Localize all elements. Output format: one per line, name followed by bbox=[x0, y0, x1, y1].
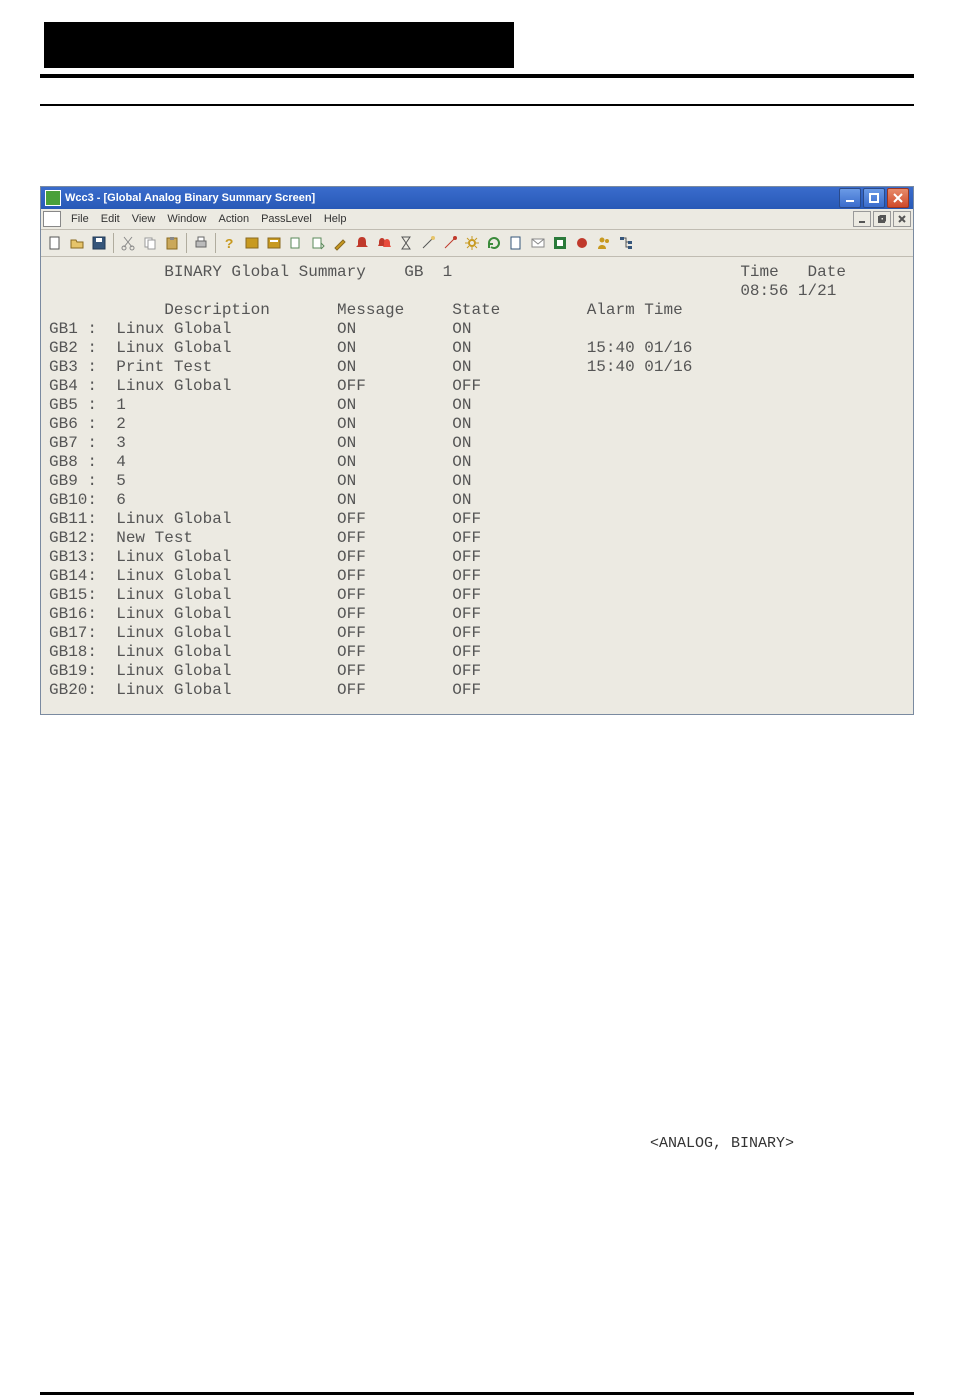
menu-help[interactable]: Help bbox=[318, 213, 353, 225]
copy-doc-icon[interactable] bbox=[286, 233, 306, 253]
wand-icon[interactable] bbox=[418, 233, 438, 253]
window-minimize-button[interactable] bbox=[839, 188, 861, 208]
record-icon[interactable] bbox=[572, 233, 592, 253]
app-icon bbox=[45, 190, 61, 206]
refresh-icon[interactable] bbox=[484, 233, 504, 253]
summary-terminal: BINARY Global Summary GB 1 Time Date 08:… bbox=[49, 263, 905, 700]
doc-icon[interactable] bbox=[506, 233, 526, 253]
bell-icon[interactable] bbox=[352, 233, 372, 253]
client-area: BINARY Global Summary GB 1 Time Date 08:… bbox=[41, 257, 913, 714]
gear-icon[interactable] bbox=[462, 233, 482, 253]
new-icon[interactable] bbox=[45, 233, 65, 253]
menu-window[interactable]: Window bbox=[161, 213, 212, 225]
save-icon[interactable] bbox=[89, 233, 109, 253]
window-titlebar: Wcc3 - [Global Analog Binary Summary Scr… bbox=[41, 187, 913, 209]
help-one-icon[interactable]: ? bbox=[220, 233, 240, 253]
hourglass-icon[interactable] bbox=[396, 233, 416, 253]
page-header-rule bbox=[40, 74, 914, 78]
menu-edit[interactable]: Edit bbox=[95, 213, 126, 225]
page-header-blackbox bbox=[44, 22, 514, 68]
paste-icon[interactable] bbox=[162, 233, 182, 253]
window-close-button[interactable] bbox=[887, 188, 909, 208]
mdi-restore-button[interactable] bbox=[873, 211, 891, 227]
mdi-close-button[interactable] bbox=[893, 211, 911, 227]
brush-icon[interactable] bbox=[330, 233, 350, 253]
cut-icon[interactable] bbox=[118, 233, 138, 253]
menu-view[interactable]: View bbox=[126, 213, 162, 225]
toolbar-separator bbox=[215, 233, 216, 253]
print-icon[interactable] bbox=[191, 233, 211, 253]
toolbar-separator bbox=[113, 233, 114, 253]
mail-icon[interactable] bbox=[528, 233, 548, 253]
wand2-icon[interactable] bbox=[440, 233, 460, 253]
tree-icon[interactable] bbox=[616, 233, 636, 253]
window-maximize-button[interactable] bbox=[863, 188, 885, 208]
open-icon[interactable] bbox=[67, 233, 87, 253]
page-subrule bbox=[40, 104, 914, 106]
menu-action[interactable]: Action bbox=[212, 213, 255, 225]
bells-icon[interactable] bbox=[374, 233, 394, 253]
toolbar: ? bbox=[41, 230, 913, 257]
menubar: File Edit View Window Action PassLevel H… bbox=[41, 209, 913, 230]
help-all-icon[interactable] bbox=[242, 233, 262, 253]
paste-doc-icon[interactable] bbox=[308, 233, 328, 253]
toolbar-separator bbox=[186, 233, 187, 253]
mdi-minimize-button[interactable] bbox=[853, 211, 871, 227]
stop-icon[interactable] bbox=[550, 233, 570, 253]
svg-text:?: ? bbox=[225, 237, 233, 251]
menu-passlevel[interactable]: PassLevel bbox=[255, 213, 318, 225]
help-topic-icon[interactable] bbox=[264, 233, 284, 253]
copy-icon[interactable] bbox=[140, 233, 160, 253]
people-icon[interactable] bbox=[594, 233, 614, 253]
footer-inline-text: <ANALOG, BINARY> bbox=[40, 1135, 914, 1152]
menu-file[interactable]: File bbox=[65, 213, 95, 225]
window-title: Wcc3 - [Global Analog Binary Summary Scr… bbox=[65, 192, 315, 204]
application-window: Wcc3 - [Global Analog Binary Summary Scr… bbox=[40, 186, 914, 715]
mdi-system-icon[interactable] bbox=[43, 211, 61, 227]
